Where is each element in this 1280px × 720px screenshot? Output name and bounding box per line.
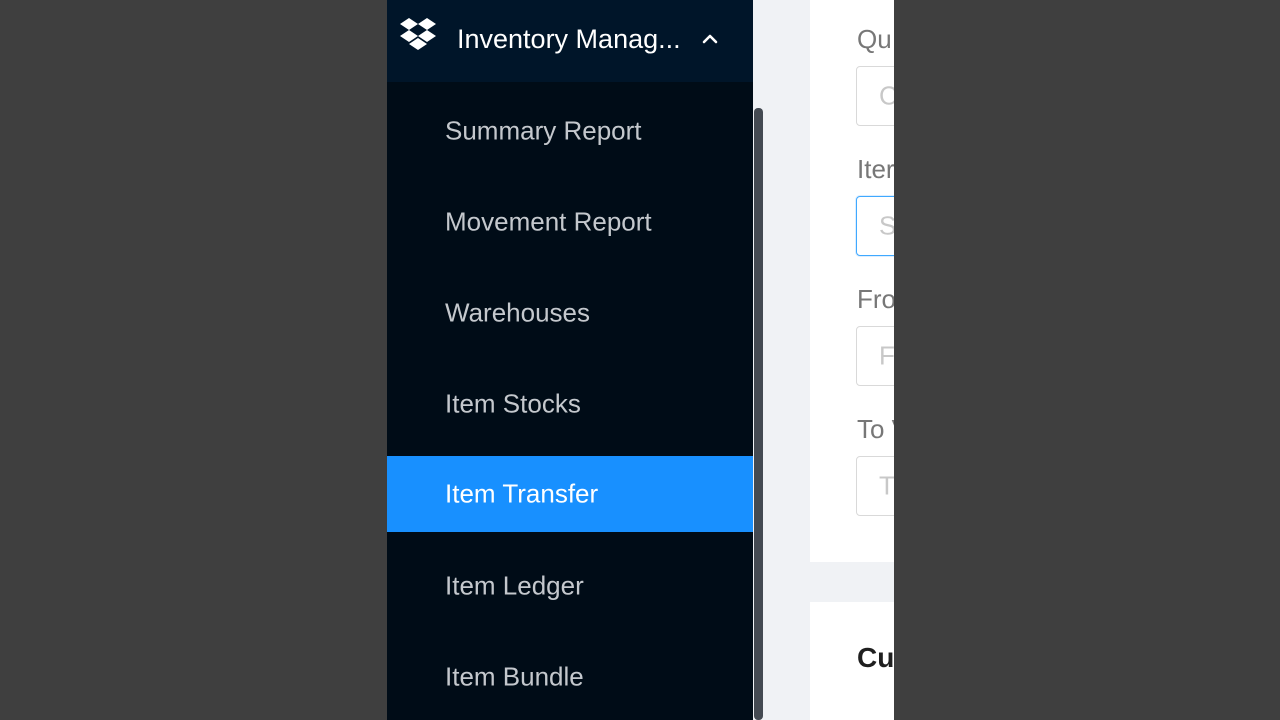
to-warehouse-placeholder: T	[879, 470, 894, 501]
from-warehouse-label: Fro	[857, 284, 894, 314]
sidebar-scrollbar-thumb[interactable]	[754, 108, 763, 720]
sidebar-item-label: Item Ledger	[445, 570, 584, 601]
sidebar-item-item-bundle[interactable]: Item Bundle	[387, 639, 753, 715]
chevron-up-icon[interactable]	[700, 29, 720, 49]
sidebar-item-label: Warehouses	[445, 297, 590, 328]
item-select[interactable]: S	[856, 196, 894, 256]
sidebar-item-warehouses[interactable]: Warehouses	[387, 275, 753, 351]
dropbox-icon	[400, 18, 436, 50]
sidebar-item-label: Item Stocks	[445, 388, 581, 419]
item-label: Iter	[857, 154, 894, 184]
quantity-label: Qu	[857, 24, 892, 54]
quantity-input[interactable]: C	[856, 66, 894, 126]
sidebar-item-label: Item Bundle	[445, 661, 584, 692]
sidebar-item-movement-report[interactable]: Movement Report	[387, 184, 753, 260]
sidebar: Inventory Manag... Summary Report Moveme…	[387, 0, 753, 720]
quantity-placeholder: C	[879, 80, 894, 111]
menu-group-title: Inventory Manag...	[457, 24, 681, 54]
to-warehouse-label: To V	[857, 414, 894, 444]
app-window: Inventory Manag... Summary Report Moveme…	[387, 0, 894, 720]
sidebar-item-label: Summary Report	[445, 115, 642, 146]
menu-group-inventory-management[interactable]: Inventory Manag...	[387, 0, 753, 82]
sidebar-item-item-ledger[interactable]: Item Ledger	[387, 548, 753, 624]
to-warehouse-select[interactable]: T	[856, 456, 894, 516]
sidebar-item-label: Item Transfer	[445, 478, 599, 509]
list-card-title: Cu	[857, 642, 894, 673]
sidebar-item-item-stocks[interactable]: Item Stocks	[387, 366, 753, 442]
from-warehouse-placeholder: F	[879, 340, 894, 371]
sidebar-item-item-transfer[interactable]: Item Transfer	[387, 456, 753, 532]
from-warehouse-select[interactable]: F	[856, 326, 894, 386]
sidebar-item-summary-report[interactable]: Summary Report	[387, 93, 753, 169]
sidebar-item-label: Movement Report	[445, 206, 652, 237]
item-placeholder: S	[879, 210, 894, 241]
